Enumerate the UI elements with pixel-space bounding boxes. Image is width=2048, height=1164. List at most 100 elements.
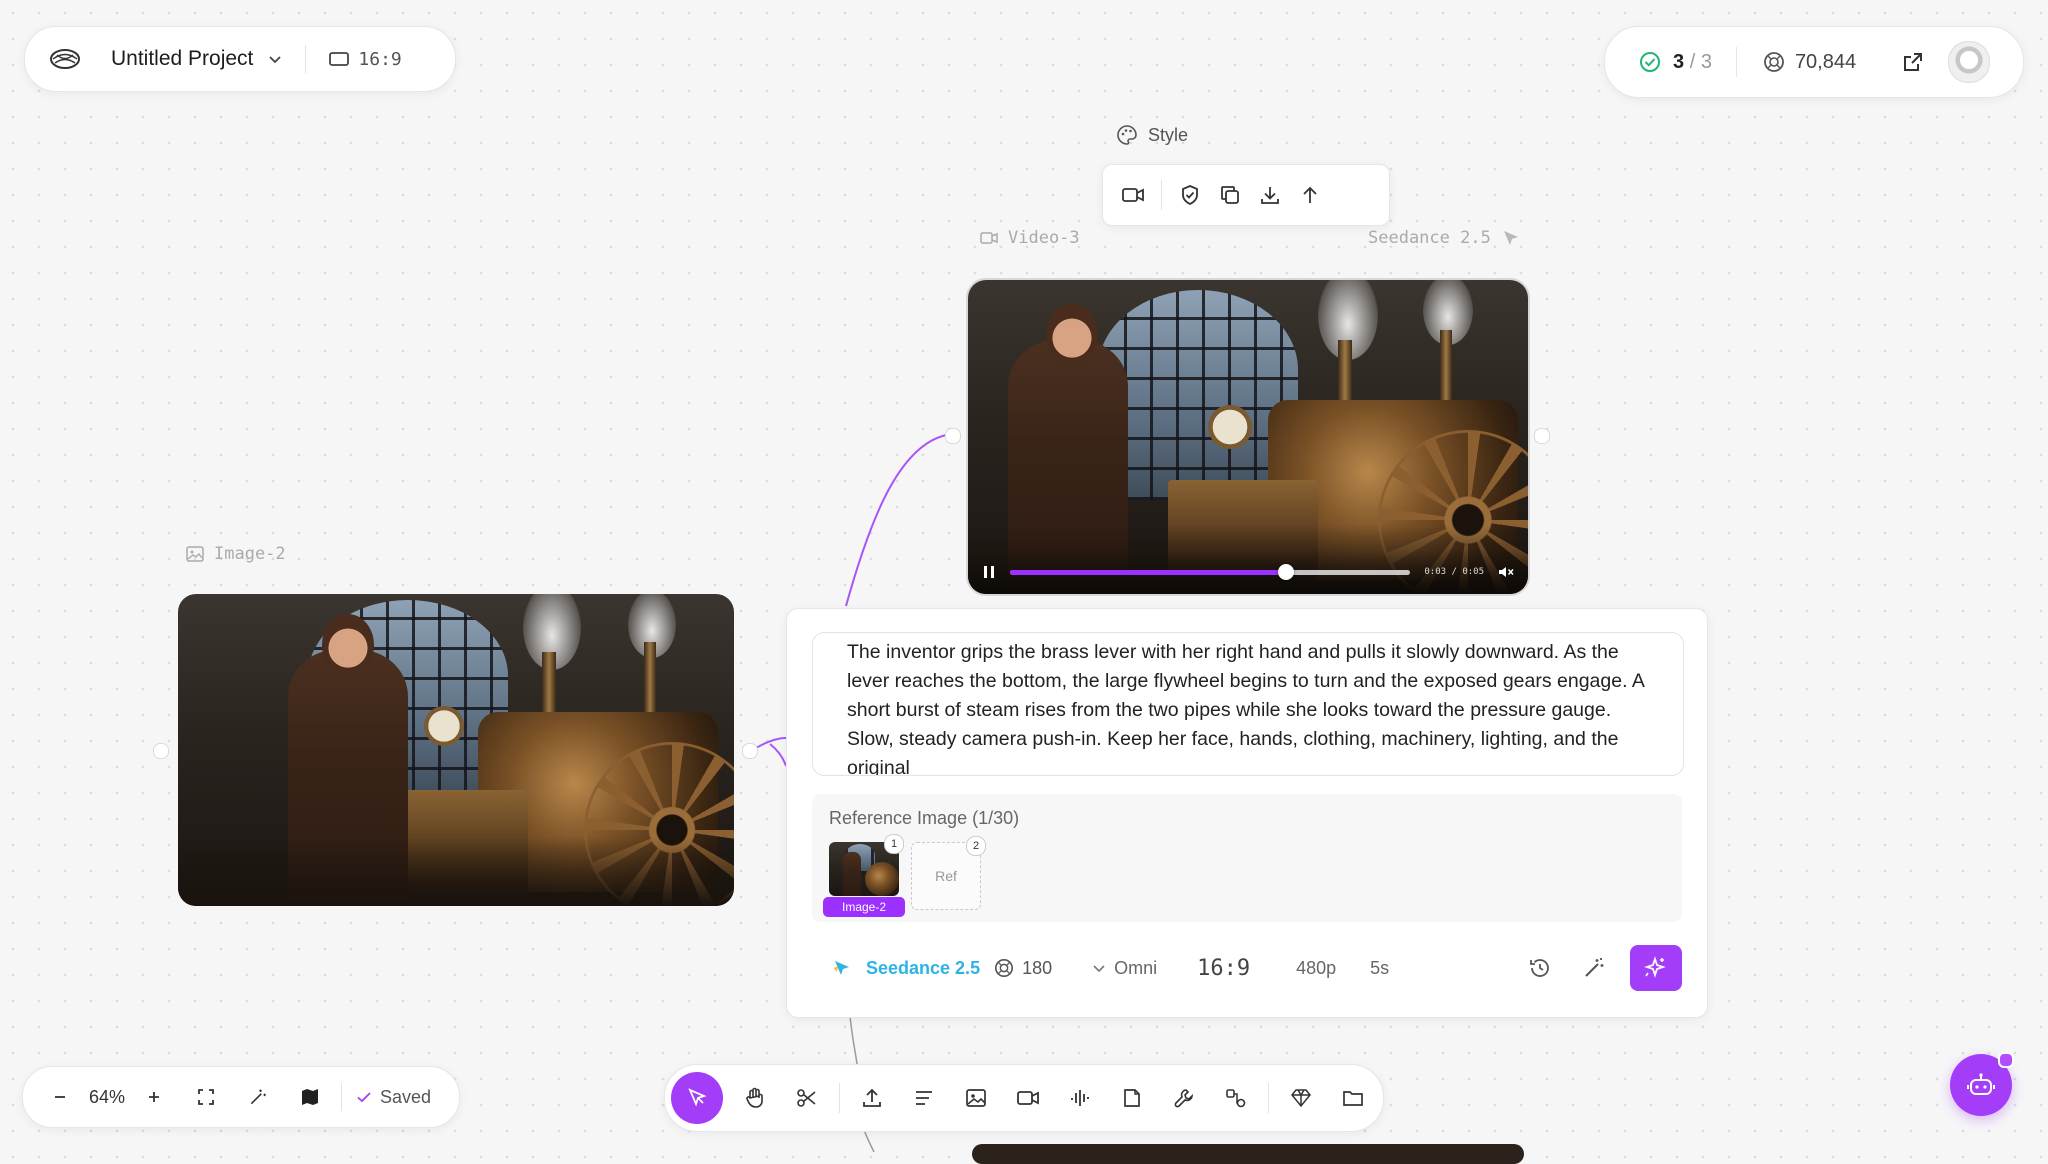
- save-status-text: Saved: [380, 1086, 432, 1107]
- image-tool-icon[interactable]: [956, 1078, 996, 1118]
- video-node-name: Video-3: [1008, 228, 1080, 248]
- divider: [305, 45, 307, 73]
- assistant-button[interactable]: [1950, 1052, 2014, 1116]
- notification-dot: [1998, 1052, 2014, 1068]
- image-node-name: Image-2: [214, 544, 286, 564]
- zoom-in-icon[interactable]: [137, 1080, 171, 1114]
- image-output-handle[interactable]: [742, 743, 758, 759]
- video-input-handle[interactable]: [945, 428, 961, 444]
- node-toolbar: [1102, 164, 1390, 226]
- prompt-textarea[interactable]: The inventor grips the brass lever with …: [812, 632, 1684, 776]
- credits-balance[interactable]: 70,844: [1763, 51, 1856, 74]
- cost-value: 180: [1022, 957, 1053, 978]
- reference-tag: Image-2: [823, 897, 905, 917]
- check-circle-icon: [1639, 51, 1661, 73]
- divider: [1161, 180, 1162, 210]
- wrench-icon[interactable]: [1164, 1078, 1204, 1118]
- reference-badge: 1: [884, 834, 904, 854]
- progress-handle[interactable]: [1278, 563, 1295, 580]
- prompt-text: The inventor grips the brass lever with …: [847, 641, 1644, 776]
- copy-icon[interactable]: [1212, 177, 1248, 213]
- map-icon[interactable]: [293, 1080, 327, 1114]
- video-tool-icon[interactable]: [1008, 1078, 1048, 1118]
- video-camera-icon: [980, 231, 998, 245]
- generation-settings: Seedance 2.5 180 Omni 16:9 480p 5s: [832, 945, 1682, 991]
- video-node-label: Video-3: [980, 228, 1080, 248]
- video-time: 0:03 / 0:05: [1424, 567, 1484, 577]
- workflow-icon[interactable]: [1216, 1078, 1256, 1118]
- video-controls: 0:03 / 0:05: [968, 550, 1528, 594]
- zoom-controls: 64% Saved: [22, 1066, 460, 1128]
- aspect-ratio-value: 16:9: [358, 48, 402, 70]
- project-name[interactable]: Untitled Project: [111, 47, 253, 71]
- video-model-label: Seedance 2.5: [1368, 228, 1521, 248]
- shield-check-icon[interactable]: [1172, 177, 1208, 213]
- image-input-handle[interactable]: [153, 743, 169, 759]
- upload-icon[interactable]: [852, 1078, 892, 1118]
- video-progress-bar[interactable]: [1010, 563, 1411, 580]
- select-tool-button[interactable]: [671, 1072, 723, 1124]
- seedance-logo-icon: [1501, 228, 1521, 248]
- jobs-status[interactable]: 3 / 3: [1639, 51, 1712, 74]
- style-label[interactable]: Style: [1116, 124, 1188, 146]
- mode-value: Omni: [1114, 957, 1158, 978]
- jobs-total: 3: [1700, 50, 1712, 73]
- zoom-level[interactable]: 64%: [77, 1087, 137, 1108]
- offscreen-node-preview[interactable]: [972, 1144, 1524, 1164]
- video-model-name: Seedance 2.5: [1368, 228, 1491, 248]
- save-status: Saved: [356, 1087, 431, 1108]
- jobs-separator: /: [1689, 50, 1696, 73]
- reference-title: Reference Image (1/30): [829, 808, 1020, 828]
- credits-icon: [1763, 51, 1785, 73]
- app-logo-icon[interactable]: [45, 39, 85, 79]
- divider: [1735, 47, 1737, 77]
- canvas-toolbar: [664, 1064, 1384, 1132]
- magic-wand-icon[interactable]: [241, 1080, 275, 1114]
- mode-selector[interactable]: Omni: [1092, 958, 1157, 979]
- reference-slot-badge: 2: [966, 836, 986, 856]
- image-icon: [186, 546, 204, 562]
- hand-tool-icon[interactable]: [735, 1078, 775, 1118]
- aspect-selector[interactable]: 16:9: [1197, 956, 1250, 981]
- style-label-text: Style: [1148, 124, 1189, 145]
- divider: [341, 1083, 342, 1111]
- video-camera-icon[interactable]: [1115, 177, 1151, 213]
- image-node-label: Image-2: [186, 544, 286, 564]
- history-icon[interactable]: [1522, 950, 1558, 986]
- status-bar: 3 / 3 70,844: [1604, 26, 2024, 98]
- pause-icon[interactable]: [982, 565, 996, 579]
- chevron-down-icon[interactable]: [267, 51, 283, 67]
- model-selector[interactable]: Seedance 2.5: [866, 958, 980, 979]
- magic-wand-icon[interactable]: [1576, 950, 1612, 986]
- credits-icon: [994, 958, 1014, 978]
- download-icon[interactable]: [1252, 177, 1288, 213]
- resolution-selector[interactable]: 480p: [1296, 958, 1336, 979]
- check-icon: [356, 1089, 372, 1105]
- chevron-down-icon: [1092, 961, 1106, 975]
- video-node[interactable]: 0:03 / 0:05: [966, 278, 1530, 596]
- duration-selector[interactable]: 5s: [1370, 958, 1389, 979]
- jobs-done: 3: [1673, 50, 1685, 73]
- project-aspect-ratio[interactable]: 16:9: [328, 48, 402, 70]
- external-link-icon[interactable]: [1902, 51, 1924, 73]
- user-avatar[interactable]: [1948, 41, 1991, 83]
- image-node[interactable]: [178, 594, 734, 906]
- arrow-up-icon[interactable]: [1292, 177, 1328, 213]
- zoom-out-icon[interactable]: [43, 1080, 77, 1114]
- note-tool-icon[interactable]: [1112, 1078, 1152, 1118]
- project-header: Untitled Project 16:9: [24, 26, 456, 92]
- audio-tool-icon[interactable]: [1060, 1078, 1100, 1118]
- scissors-icon[interactable]: [787, 1078, 827, 1118]
- generation-cost: 180: [994, 958, 1052, 979]
- fit-screen-icon[interactable]: [189, 1080, 223, 1114]
- seedance-logo-icon: [832, 958, 852, 978]
- divider: [1268, 1083, 1269, 1113]
- mute-icon[interactable]: [1498, 565, 1514, 579]
- video-output-handle[interactable]: [1534, 428, 1550, 444]
- credits-value: 70,844: [1794, 50, 1857, 73]
- text-tool-icon[interactable]: [904, 1078, 944, 1118]
- diamond-icon[interactable]: [1281, 1078, 1321, 1118]
- folder-icon[interactable]: [1333, 1078, 1373, 1118]
- generate-button[interactable]: [1630, 945, 1682, 991]
- palette-icon: [1116, 124, 1138, 146]
